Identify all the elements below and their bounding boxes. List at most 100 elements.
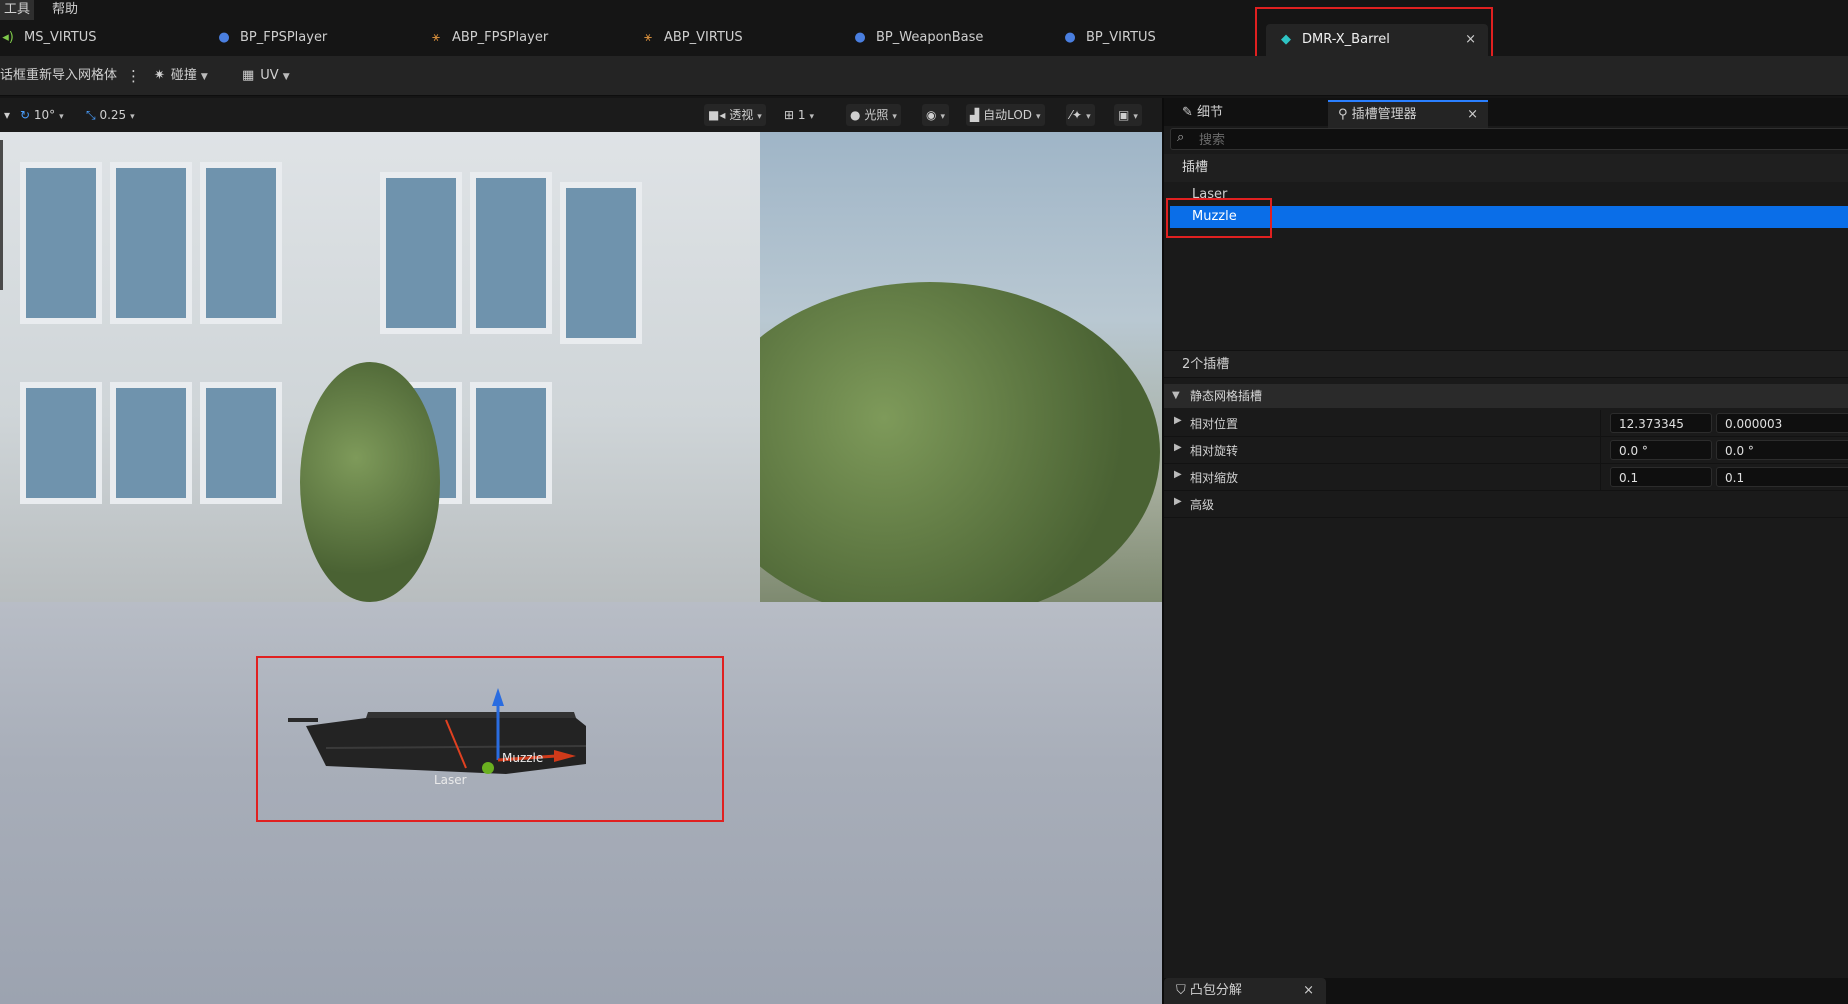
wand-icon: ⁄✦: [1070, 108, 1083, 122]
rotate-icon: ↻: [20, 108, 31, 122]
building-window: [20, 382, 102, 504]
tab-label: ABP_VIRTUS: [664, 30, 743, 45]
lighting-label: 光照: [864, 108, 889, 122]
location-y-field[interactable]: 0.000003: [1716, 413, 1848, 433]
blueprint-person-icon: ●: [218, 30, 230, 45]
sound-wave-icon: ◂): [2, 30, 14, 45]
tab-details-label: 细节: [1197, 105, 1224, 120]
socket-list-header: 插槽: [1164, 154, 1848, 182]
property-advanced[interactable]: ▶ 高级: [1164, 491, 1848, 518]
building-window: [560, 182, 642, 344]
menu-item-help[interactable]: 帮助: [48, 0, 82, 20]
layout-dropdown[interactable]: ▣ ▾: [1114, 104, 1142, 126]
highlight-box-mesh: [256, 656, 724, 822]
tab-convex-decomposition-label: 凸包分解: [1189, 983, 1242, 998]
viewport-layout-icon: ▣: [1118, 108, 1130, 122]
collision-label: 碰撞: [170, 68, 197, 83]
section-static-mesh-socket[interactable]: ▼ 静态网格插槽: [1164, 384, 1848, 408]
scale-y-field[interactable]: 0.1: [1716, 467, 1848, 487]
tab-socket-manager[interactable]: ⚲ 插槽管理器 ×: [1328, 100, 1488, 128]
perspective-label: 透视: [729, 108, 754, 122]
chevron-down-icon: ▾: [892, 112, 897, 122]
perspective-dropdown[interactable]: ■◂ 透视 ▾: [704, 104, 766, 126]
expand-arrow-icon[interactable]: ▶: [1174, 469, 1182, 480]
scale-snap-control[interactable]: ⤡ 0.25 ▾: [82, 104, 139, 126]
lod-icon: ▟: [970, 108, 980, 122]
socket-count: 2个插槽: [1164, 350, 1848, 378]
close-icon[interactable]: ×: [1303, 978, 1314, 1004]
tab-convex-decomposition[interactable]: ⛉ 凸包分解 ×: [1164, 978, 1326, 1004]
chevron-down-icon[interactable]: ▾: [0, 104, 14, 126]
building-window: [110, 382, 192, 504]
tab-abp-fpsplayer[interactable]: ⚹ ABP_FPSPlayer: [428, 20, 548, 56]
close-icon[interactable]: ×: [1467, 102, 1478, 128]
rotation-snap-control[interactable]: ↻ 10° ▾: [16, 104, 68, 126]
expand-arrow-icon[interactable]: ▶: [1174, 415, 1182, 426]
building-window: [200, 162, 282, 324]
property-label: 相对旋转: [1190, 444, 1239, 458]
search-input[interactable]: [1197, 130, 1841, 150]
realtime-dropdown[interactable]: ⁄✦ ▾: [1066, 104, 1095, 126]
expand-arrow-icon[interactable]: ▶: [1174, 442, 1182, 453]
building-window: [470, 382, 552, 504]
building-window: [20, 162, 102, 324]
scale-snap-value: 0.25: [99, 108, 127, 122]
camera-speed-dropdown[interactable]: ⊞ 1 ▾: [780, 104, 818, 126]
rotation-x-field[interactable]: 0.0 °: [1610, 440, 1712, 460]
background-tree: [300, 362, 440, 602]
lighting-sphere-icon: ●: [850, 108, 861, 122]
chevron-down-icon: ▾: [130, 112, 135, 122]
document-tab-bar: ◂) MS_VIRTUS ● BP_FPSPlayer ⚹ ABP_FPSPlayer…: [0, 7, 1848, 76]
collision-icon: ✷: [154, 68, 165, 83]
section-title: 静态网格插槽: [1190, 389, 1263, 403]
hull-icon: ⛉: [1176, 983, 1186, 998]
expand-arrow-icon[interactable]: ▶: [1174, 496, 1182, 507]
tab-label: MS_VIRTUS: [24, 30, 97, 45]
camera-icon: ■◂: [708, 108, 726, 122]
lod-dropdown[interactable]: ▟ 自动LOD ▾: [966, 104, 1045, 126]
tab-bp-fpsplayer[interactable]: ● BP_FPSPlayer: [216, 20, 327, 56]
building-window: [110, 162, 192, 324]
tab-label: BP_FPSPlayer: [240, 30, 328, 45]
property-relative-location: ▶ 相对位置 12.373345 0.000003: [1164, 410, 1848, 437]
menu-bar: 工具 帮助: [0, 0, 1848, 20]
pencil-icon: ✎: [1182, 105, 1193, 120]
rotation-snap-value: 10°: [33, 108, 56, 122]
chevron-down-icon: ▼: [200, 72, 208, 82]
background-trees: [700, 282, 1160, 622]
tab-bp-weaponbase[interactable]: ● BP_WeaponBase: [852, 20, 983, 56]
panel-tab-bar: ✎ 细节 ⚲ 插槽管理器 ×: [1164, 98, 1848, 128]
reimport-mesh-button[interactable]: 话框重新导入网格体: [0, 56, 117, 96]
chevron-down-icon: ▼: [282, 72, 290, 82]
anim-blueprint-icon: ⚹: [644, 30, 652, 45]
menu-item-tools[interactable]: 工具: [0, 0, 35, 20]
tab-label: ABP_FPSPlayer: [452, 30, 549, 45]
highlight-box-muzzle: [1166, 198, 1272, 238]
tab-abp-virtus[interactable]: ⚹ ABP_VIRTUS: [640, 20, 743, 56]
tab-bp-virtus[interactable]: ● BP_VIRTUS: [1062, 20, 1155, 56]
rotation-y-field[interactable]: 0.0 °: [1716, 440, 1848, 460]
viewport-toolbar: ▾ ↻ 10° ▾ ⤡ 0.25 ▾ ■◂ 透视 ▾ ⊞ 1 ▾ ● 光照 ▾ ◉ ▾ ▟ …: [0, 98, 1162, 132]
location-x-field[interactable]: 12.373345: [1610, 413, 1712, 433]
column-divider: [1600, 464, 1601, 490]
scale-x-field[interactable]: 0.1: [1610, 467, 1712, 487]
uv-label: UV: [260, 68, 279, 83]
expand-arrow-icon: ▼: [1172, 390, 1180, 401]
background-building: [0, 132, 760, 602]
tab-ms-virtus[interactable]: ◂) MS_VIRTUS: [0, 20, 97, 56]
tab-details[interactable]: ✎ 细节: [1172, 100, 1332, 126]
collision-dropdown[interactable]: ✷ 碰撞 ▼: [154, 56, 208, 96]
blueprint-person-icon: ●: [1064, 30, 1076, 45]
uv-dropdown[interactable]: ▦ UV ▼: [242, 56, 290, 96]
viewport-edge-handle: [0, 140, 3, 290]
tab-label: BP_WeaponBase: [876, 30, 984, 45]
mesh-viewport[interactable]: Muzzle Laser: [0, 132, 1162, 1004]
property-label: 高级: [1190, 498, 1215, 512]
show-dropdown[interactable]: ◉ ▾: [922, 104, 950, 126]
lighting-dropdown[interactable]: ● 光照 ▾: [846, 104, 901, 126]
socket-icon: ⚲: [1338, 107, 1348, 122]
chevron-down-icon: ▾: [1036, 112, 1041, 122]
more-options-icon[interactable]: ⋮: [126, 56, 141, 96]
property-relative-rotation: ▶ 相对旋转 0.0 ° 0.0 °: [1164, 437, 1848, 464]
camera-speed-value: 1: [797, 108, 806, 122]
